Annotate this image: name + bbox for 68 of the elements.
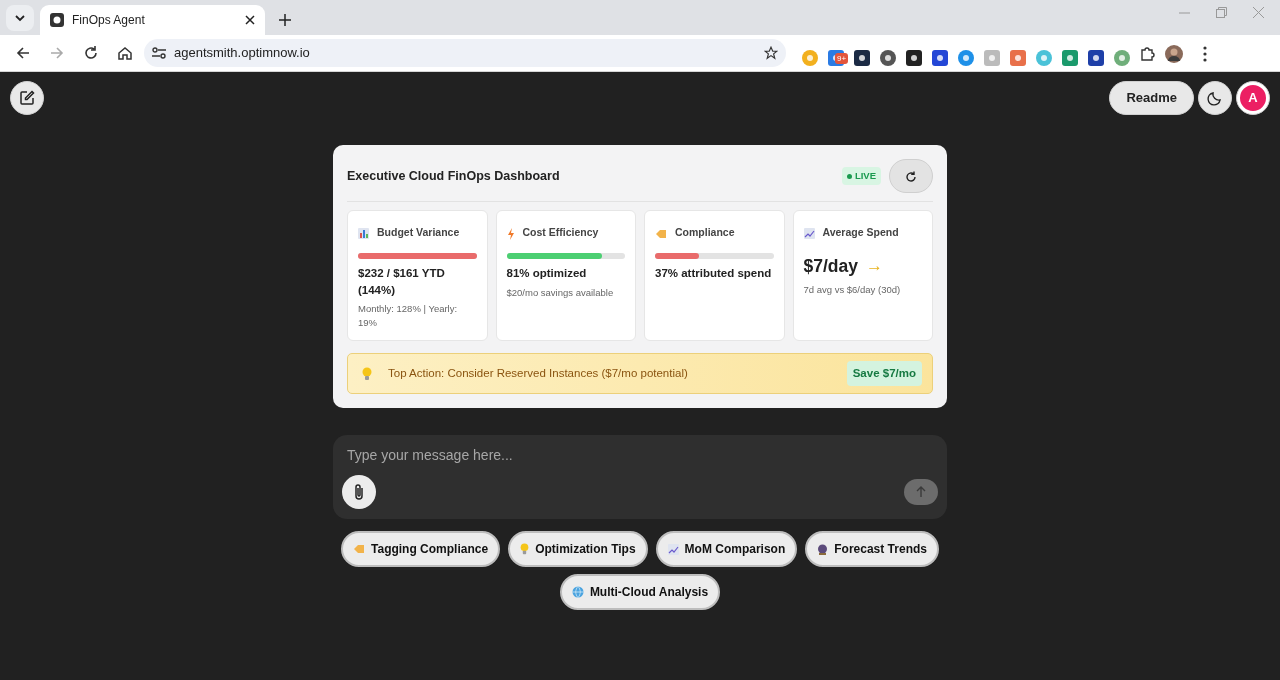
trend-arrow: → [866,255,883,278]
live-indicator: LIVE [841,166,881,186]
tab-list-button[interactable] [6,5,34,31]
address-bar[interactable]: agentsmith.optimnow.io [144,39,786,67]
attach-button[interactable] [342,475,376,510]
chevron-down-icon [15,14,25,22]
bar-chart-icon [358,228,369,240]
tab-title: FinOps Agent [72,12,146,29]
menu-icon[interactable] [1203,45,1207,62]
new-tab-icon[interactable] [279,14,291,26]
message-input[interactable]: Type your message here... [342,445,938,467]
extension-icon[interactable] [880,49,896,66]
metric-value: 37% attributed spend [655,266,773,281]
star-icon[interactable] [764,46,778,60]
suggestion-chip[interactable]: Multi-Cloud Analysis [559,574,721,611]
new-chat-button[interactable] [10,81,44,115]
metric-title: Compliance [675,225,735,241]
extension-icon[interactable] [906,49,922,66]
site-settings-icon[interactable] [152,47,166,59]
line-chart-icon [803,228,815,240]
paperclip-icon [353,483,365,502]
refresh-button[interactable] [889,159,933,193]
suggestion-chip[interactable]: Optimization Tips [508,531,648,568]
arrow-up-icon [916,486,926,499]
metric-note: Monthly: 128% | Yearly: 19% [358,302,459,330]
tag-icon [353,544,365,555]
reload-icon [84,46,98,60]
refresh-icon [905,170,917,183]
metric-value: $232 / $161 YTD (144%) [358,266,446,298]
readme-button[interactable]: Readme [1109,81,1194,115]
top-action-text: Top Action: Consider Reserved Instances ($7/mo potential) [388,365,688,381]
extension-icon[interactable] [854,49,870,66]
metric-title: Cost Efficiency [522,225,599,241]
metric-value: 81% optimized [506,266,588,281]
arrow-left-icon [16,46,30,60]
send-button[interactable] [904,479,938,506]
savings-label: Save $7/mo [846,360,922,387]
extension-icon[interactable] [1088,49,1104,66]
metric-note: $20/mo savings available [506,285,615,300]
extension-icon[interactable] [932,49,948,66]
theme-toggle-button[interactable] [1198,81,1232,115]
suggestion-chip[interactable]: Tagging Compliance [341,531,501,568]
close-icon[interactable] [245,15,255,25]
crystal-ball-icon [817,543,829,555]
lightbulb-icon [362,366,372,381]
tag-icon [655,228,667,239]
metric-value: $7/day [803,255,858,278]
moon-icon [1207,90,1223,106]
metric-title: Average Spend [822,225,899,241]
suggestion-chip[interactable]: Forecast Trends [805,531,939,568]
dashboard-title: Executive Cloud FinOps Dashboard [347,167,560,185]
profile-avatar-icon[interactable] [1165,44,1183,63]
edit-icon [19,90,35,106]
lightbulb-icon [520,543,530,556]
globe-icon [571,586,584,599]
metric-title: Budget Variance [377,225,460,241]
home-icon [118,46,132,60]
arrow-right-icon [50,46,64,60]
notification-count: 9+ [835,53,849,64]
url-text: agentsmith.optimnow.io [174,44,311,63]
user-avatar[interactable]: A [1238,83,1268,113]
suggestion-chip[interactable]: MoM Comparison [655,531,798,568]
line-chart-icon [667,543,679,555]
metric-note: 7d avg vs $6/day (30d) [803,283,902,297]
browser-tab[interactable]: FinOps Agent [40,5,265,35]
lightning-icon [506,227,515,240]
extensions-icon[interactable] [1140,46,1155,62]
app-icon [50,13,64,27]
